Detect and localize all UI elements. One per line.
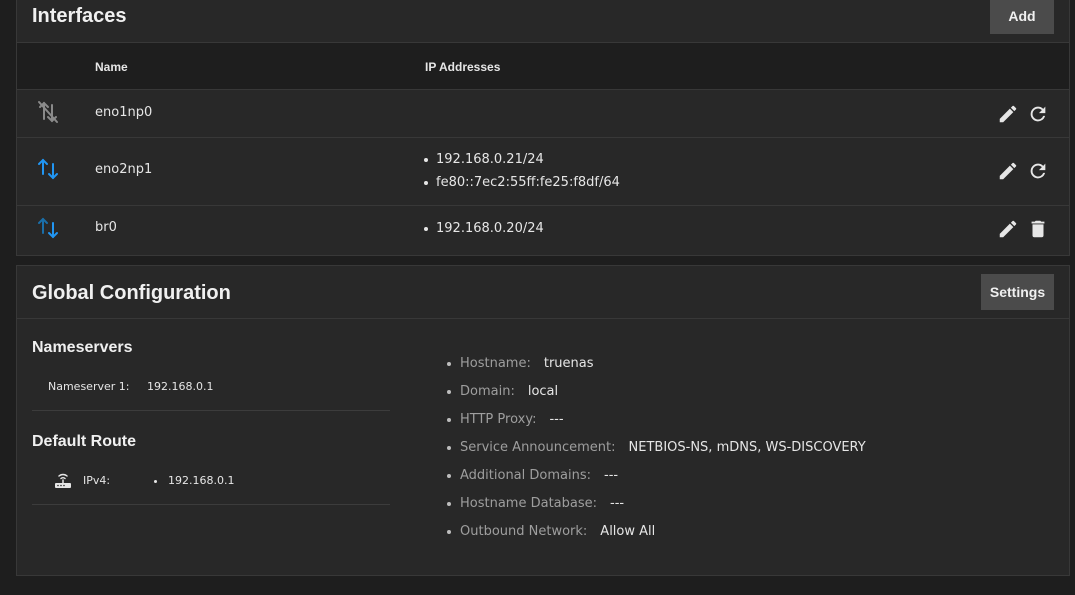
add-interface-button[interactable]: Add — [990, 0, 1054, 34]
router-icon — [55, 473, 71, 488]
ip-address: 192.168.0.21/24 — [422, 148, 620, 171]
bullet — [154, 480, 157, 483]
divider — [17, 318, 1069, 319]
nameservers-title: Nameservers — [32, 339, 133, 356]
hostname-value: truenas — [543, 356, 594, 371]
interfaces-table-header: Name IP Addresses — [17, 42, 1069, 90]
list-item: Service Announcement: NETBIOS-NS, mDNS, W… — [445, 434, 866, 462]
global-settings-list: Hostname: truenas Domain: local HTTP Proxy… — [445, 350, 866, 546]
table-row[interactable]: br0 192.168.0.20/24 — [17, 206, 1069, 254]
edit-icon[interactable] — [997, 160, 1019, 182]
default-route-ipv4-value: 192.168.0.1 — [168, 474, 235, 487]
interface-name: eno1np0 — [95, 105, 153, 120]
global-configuration-card: Global Configuration Settings Nameserver… — [16, 265, 1070, 576]
hostname-database-label: Hostname Database: — [460, 496, 598, 511]
reset-icon[interactable] — [1027, 160, 1049, 182]
outbound-network-label: Outbound Network: — [460, 524, 588, 539]
ip-address-list: 192.168.0.20/24 — [422, 217, 544, 240]
list-item: Domain: local — [445, 378, 866, 406]
divider — [32, 410, 390, 411]
interfaces-card: Interfaces Add Name IP Addresses eno1np0 — [16, 0, 1070, 256]
interface-name: eno2np1 — [95, 162, 153, 177]
column-header-name: Name — [95, 60, 128, 74]
service-announcement-label: Service Announcement: — [460, 440, 616, 455]
column-header-ip-addresses: IP Addresses — [425, 60, 501, 74]
reset-icon[interactable] — [1027, 103, 1049, 125]
table-row[interactable]: eno1np0 — [17, 90, 1069, 138]
hostname-database-value: --- — [610, 496, 625, 511]
http-proxy-value: --- — [549, 412, 564, 427]
list-item: Outbound Network: Allow All — [445, 518, 866, 546]
default-route-ipv4-label: IPv4: — [83, 474, 111, 487]
service-announcement-value: NETBIOS-NS, mDNS, WS-DISCOVERY — [628, 440, 866, 455]
link-up-down-arrows-icon — [38, 217, 58, 239]
hostname-label: Hostname: — [460, 356, 531, 371]
ip-address: fe80::7ec2:55ff:fe25:f8df/64 — [422, 171, 620, 194]
domain-label: Domain: — [460, 384, 515, 399]
interfaces-title: Interfaces — [32, 5, 127, 27]
ip-address-list: 192.168.0.21/24 fe80::7ec2:55ff:fe25:f8d… — [422, 148, 620, 194]
edit-icon[interactable] — [997, 103, 1019, 125]
delete-icon[interactable] — [1027, 218, 1049, 240]
additional-domains-label: Additional Domains: — [460, 468, 591, 483]
list-item: Additional Domains: --- — [445, 462, 866, 490]
list-item: Hostname Database: --- — [445, 490, 866, 518]
table-row[interactable]: eno2np1 192.168.0.21/24 fe80::7ec2:55ff:… — [17, 138, 1069, 206]
outbound-network-value: Allow All — [600, 524, 656, 539]
nameserver-label: Nameserver 1: — [48, 380, 130, 393]
global-configuration-title: Global Configuration — [32, 282, 231, 304]
divider — [32, 504, 390, 505]
list-item: HTTP Proxy: --- — [445, 406, 866, 434]
additional-domains-value: --- — [604, 468, 619, 483]
domain-value: local — [527, 384, 559, 399]
http-proxy-label: HTTP Proxy: — [460, 412, 537, 427]
link-up-down-arrows-icon — [38, 158, 58, 180]
edit-icon[interactable] — [997, 218, 1019, 240]
interface-name: br0 — [95, 220, 117, 235]
settings-button[interactable]: Settings — [981, 274, 1054, 310]
list-item: Hostname: truenas — [445, 350, 866, 378]
default-route-title: Default Route — [32, 433, 136, 450]
link-disconnected-icon — [38, 101, 58, 123]
ip-address: 192.168.0.20/24 — [422, 217, 544, 240]
nameserver-value: 192.168.0.1 — [147, 380, 214, 393]
